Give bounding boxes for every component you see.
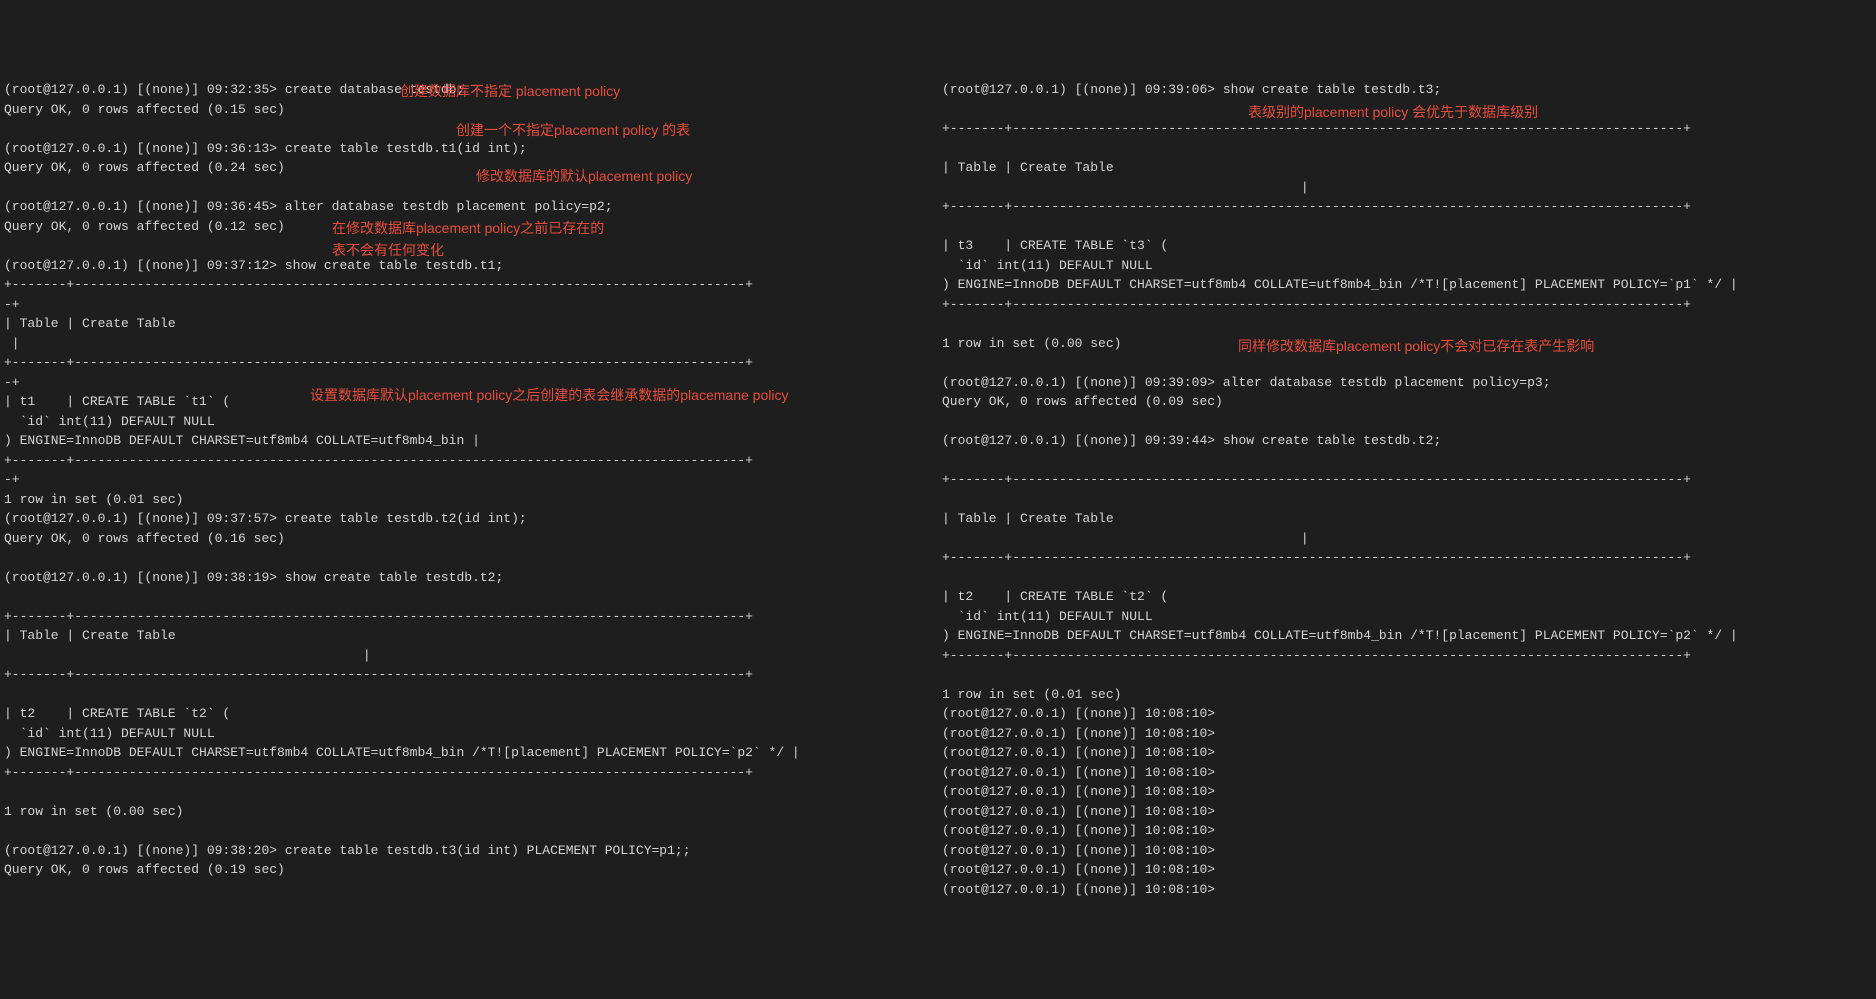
terminal-line: (root@127.0.0.1) [(none)] 09:38:19> show… (4, 568, 934, 588)
terminal-line: | (942, 529, 1872, 549)
terminal-line: -+ (4, 295, 934, 315)
terminal-line: | t2 | CREATE TABLE `t2` ( (942, 587, 1872, 607)
terminal-line: (root@127.0.0.1) [(none)] 09:38:20> crea… (4, 841, 934, 861)
terminal-line: | t2 | CREATE TABLE `t2` ( (4, 704, 934, 724)
annotation-label: 在修改数据库placement policy之前已存在的 (332, 218, 604, 239)
terminal-line: (root@127.0.0.1) [(none)] 10:08:10> (942, 880, 1872, 900)
annotation-label: 创建一个不指定placement policy 的表 (456, 120, 690, 141)
terminal-line: (root@127.0.0.1) [(none)] 09:37:12> show… (4, 256, 934, 276)
terminal-line: Query OK, 0 rows affected (0.09 sec) (942, 392, 1872, 412)
annotation-label: 修改数据库的默认placement policy (476, 166, 692, 187)
terminal-line: +-------+-------------------------------… (942, 646, 1872, 666)
terminal-line: ) ENGINE=InnoDB DEFAULT CHARSET=utf8mb4 … (942, 275, 1872, 295)
terminal-line: ) ENGINE=InnoDB DEFAULT CHARSET=utf8mb4 … (4, 743, 934, 763)
terminal-line: | Table | Create Table (942, 158, 1872, 178)
terminal-line: | (4, 334, 934, 354)
terminal-line: (root@127.0.0.1) [(none)] 10:08:10> (942, 743, 1872, 763)
terminal-line: +-------+-------------------------------… (4, 763, 934, 783)
terminal-line: 1 row in set (0.00 sec) (4, 802, 934, 822)
terminal-line: (root@127.0.0.1) [(none)] 10:08:10> (942, 763, 1872, 783)
terminal-line: (root@127.0.0.1) [(none)] 09:36:13> crea… (4, 139, 934, 159)
terminal-line (942, 217, 1872, 237)
right-terminal-panel: (root@127.0.0.1) [(none)] 09:39:06> show… (938, 78, 1876, 901)
terminal-line: +-------+-------------------------------… (4, 353, 934, 373)
annotation-label: 同样修改数据库placement policy不会对已存在表产生影响 (1238, 336, 1594, 357)
terminal-line (942, 451, 1872, 471)
terminal-line: (root@127.0.0.1) [(none)] 09:37:57> crea… (4, 509, 934, 529)
terminal-line: +-------+-------------------------------… (942, 197, 1872, 217)
terminal-line (4, 782, 934, 802)
terminal-line: +-------+-------------------------------… (4, 451, 934, 471)
terminal-line (942, 314, 1872, 334)
annotation-label: 表级别的placement policy 会优先于数据库级别 (1248, 102, 1538, 123)
terminal-line: +-------+-------------------------------… (4, 275, 934, 295)
terminal-line: Query OK, 0 rows affected (0.16 sec) (4, 529, 934, 549)
terminal-line: ) ENGINE=InnoDB DEFAULT CHARSET=utf8mb4 … (4, 431, 934, 451)
terminal-line: `id` int(11) DEFAULT NULL (942, 607, 1872, 627)
terminal-line: +-------+-------------------------------… (942, 470, 1872, 490)
terminal-line: (root@127.0.0.1) [(none)] 10:08:10> (942, 724, 1872, 744)
terminal-line: +-------+-------------------------------… (942, 548, 1872, 568)
terminal-line: | (4, 646, 934, 666)
terminal-line (4, 178, 934, 198)
terminal-line (4, 587, 934, 607)
terminal-line: (root@127.0.0.1) [(none)] 10:08:10> (942, 782, 1872, 802)
terminal-line: +-------+-------------------------------… (4, 665, 934, 685)
terminal-line (942, 490, 1872, 510)
terminal-line (4, 821, 934, 841)
terminal-line: (root@127.0.0.1) [(none)] 10:08:10> (942, 841, 1872, 861)
terminal-line: 1 row in set (0.01 sec) (4, 490, 934, 510)
terminal-line (942, 665, 1872, 685)
terminal-line: `id` int(11) DEFAULT NULL (942, 256, 1872, 276)
terminal-line: (root@127.0.0.1) [(none)] 10:08:10> (942, 704, 1872, 724)
terminal-line: ) ENGINE=InnoDB DEFAULT CHARSET=utf8mb4 … (942, 626, 1872, 646)
annotation-label: 创建数据库不指定 placement policy (400, 81, 620, 102)
left-terminal-panel: (root@127.0.0.1) [(none)] 09:32:35> crea… (0, 78, 938, 901)
terminal-line: +-------+-------------------------------… (4, 607, 934, 627)
terminal-line: (root@127.0.0.1) [(none)] 09:39:09> alte… (942, 373, 1872, 393)
terminal-line: `id` int(11) DEFAULT NULL (4, 412, 934, 432)
annotation-label: 设置数据库默认placement policy之后创建的表会继承数据的place… (310, 385, 788, 406)
terminal-line: `id` int(11) DEFAULT NULL (4, 724, 934, 744)
terminal-line: (root@127.0.0.1) [(none)] 09:36:45> alte… (4, 197, 934, 217)
terminal-line: (root@127.0.0.1) [(none)] 10:08:10> (942, 821, 1872, 841)
terminal-line (942, 568, 1872, 588)
terminal-line: 1 row in set (0.01 sec) (942, 685, 1872, 705)
annotation-label: 表不会有任何变化 (332, 240, 444, 261)
terminal-line: | Table | Create Table (942, 509, 1872, 529)
terminal-line: (root@127.0.0.1) [(none)] 09:39:44> show… (942, 431, 1872, 451)
terminal-line (4, 685, 934, 705)
terminal-line: (root@127.0.0.1) [(none)] 09:39:06> show… (942, 80, 1872, 100)
terminal-line: | Table | Create Table (4, 314, 934, 334)
terminal-container: (root@127.0.0.1) [(none)] 09:32:35> crea… (0, 78, 1876, 901)
terminal-line: (root@127.0.0.1) [(none)] 10:08:10> (942, 860, 1872, 880)
terminal-line: +-------+-------------------------------… (942, 295, 1872, 315)
terminal-line: Query OK, 0 rows affected (0.15 sec) (4, 100, 934, 120)
terminal-line (942, 412, 1872, 432)
terminal-line: | t3 | CREATE TABLE `t3` ( (942, 236, 1872, 256)
terminal-line: | Table | Create Table (4, 626, 934, 646)
terminal-line (942, 139, 1872, 159)
terminal-line: (root@127.0.0.1) [(none)] 10:08:10> (942, 802, 1872, 822)
terminal-line (4, 548, 934, 568)
terminal-line: Query OK, 0 rows affected (0.19 sec) (4, 860, 934, 880)
terminal-line: | (942, 178, 1872, 198)
terminal-line: Query OK, 0 rows affected (0.24 sec) (4, 158, 934, 178)
terminal-line: -+ (4, 470, 934, 490)
